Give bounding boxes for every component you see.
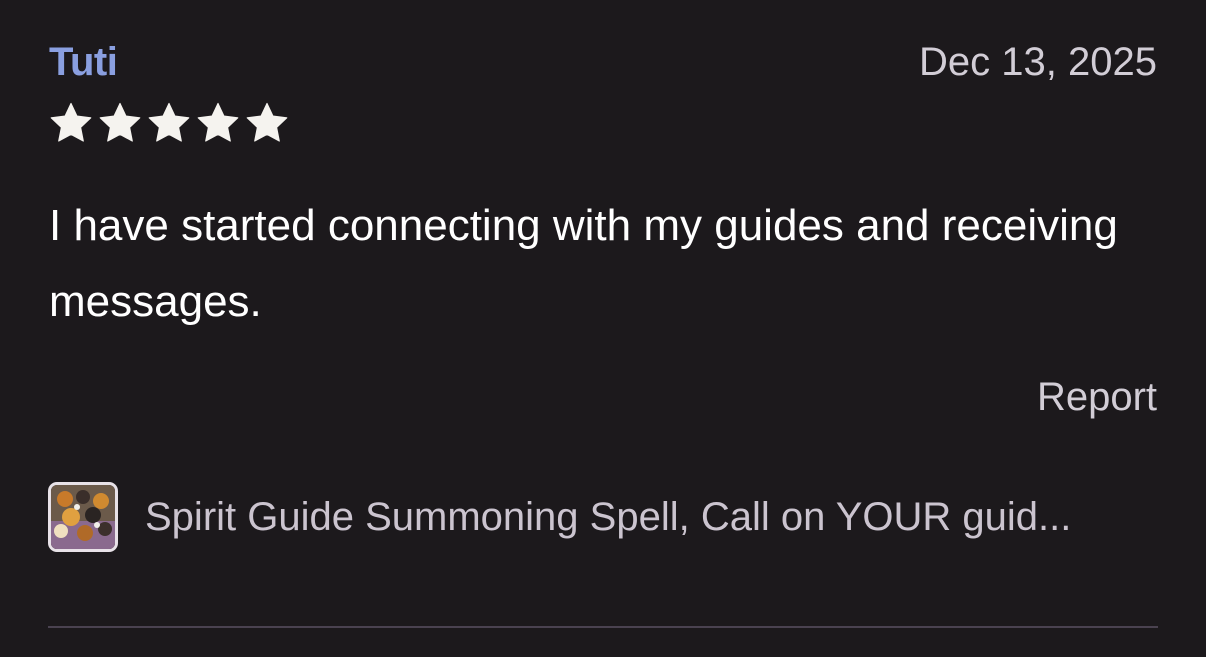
product-title[interactable]: Spirit Guide Summoning Spell, Call on YO…: [145, 493, 1071, 541]
product-link[interactable]: Spirit Guide Summoning Spell, Call on YO…: [48, 480, 1158, 554]
report-button[interactable]: Report: [1037, 373, 1157, 421]
divider: [48, 626, 1158, 628]
product-thumbnail[interactable]: [48, 482, 118, 552]
star-icon: [99, 102, 141, 142]
product-thumbnail-image: [51, 485, 115, 549]
review-date: Dec 13, 2025: [919, 40, 1157, 84]
star-icon: [246, 102, 288, 142]
star-icon: [50, 102, 92, 142]
star-rating: [48, 100, 290, 146]
review-body: I have started connecting with my guides…: [49, 201, 1118, 326]
reviewer-name[interactable]: Tuti: [49, 38, 118, 86]
star-icon: [148, 102, 190, 142]
star-icon: [197, 102, 239, 142]
review-card: Tuti Dec 13, 2025 I have started connect…: [0, 0, 1206, 657]
